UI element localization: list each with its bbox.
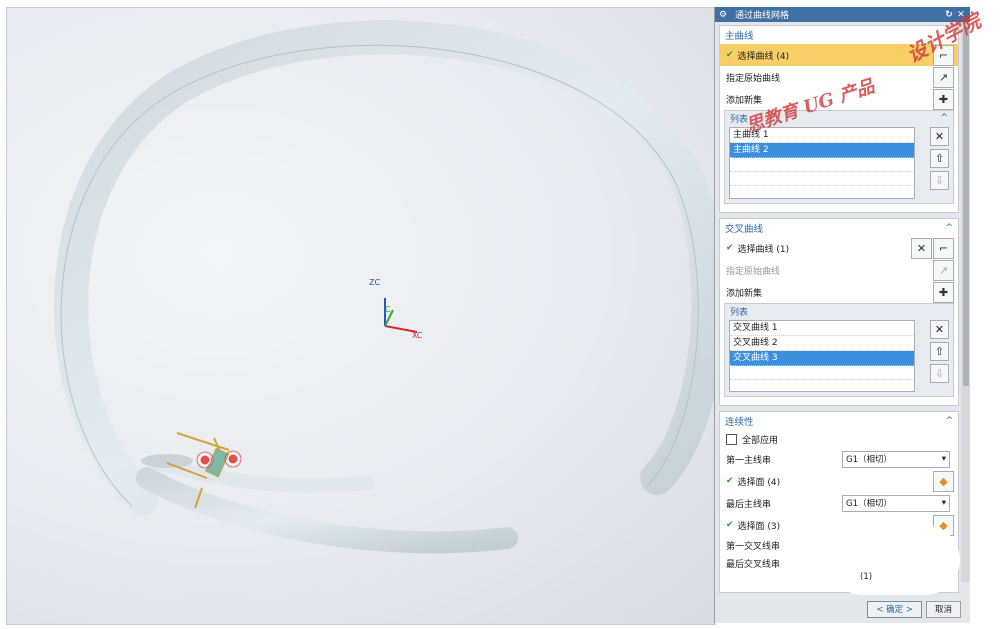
- cross-list-buttons: ✕ ⇧ ⇩: [930, 320, 949, 383]
- collapse-caret-icon[interactable]: ^: [945, 223, 953, 233]
- cross-list-title: 列表: [730, 307, 749, 318]
- first-primary-label: 第一主线串: [726, 455, 772, 466]
- move-down-icon[interactable]: ⇩: [930, 364, 949, 383]
- add-set-icon[interactable]: ✚: [933, 88, 954, 110]
- continuity-title: 连续性: [725, 417, 754, 428]
- check-icon: ✔: [726, 520, 734, 530]
- cross-add-set-label: 添加新集: [726, 288, 763, 299]
- curve-intersect-icon[interactable]: ✕: [911, 237, 932, 259]
- ring-model[interactable]: [7, 8, 715, 624]
- first-primary-row: 第一主线串 G1（相切） ▾: [720, 448, 958, 470]
- cross-curves-title: 交叉曲线: [725, 224, 764, 235]
- collapse-caret-icon[interactable]: ^: [940, 113, 948, 123]
- primary-listbox[interactable]: 主曲线 1 主曲线 2: [729, 127, 915, 199]
- overlay-cloud: [828, 525, 960, 595]
- cross-curves-group: 交叉曲线 ^ ✔ 选择曲线 (1) ✕ ⌐ 指定原始曲线 ↗ 添加新集 ✚ 列表…: [719, 218, 959, 406]
- list-item-empty: [730, 172, 914, 186]
- wcs-triad: [384, 298, 418, 333]
- last-primary-select[interactable]: G1（相切） ▾: [842, 494, 950, 512]
- graphics-viewport[interactable]: ZC XC C: [6, 7, 716, 625]
- band-tip: [141, 454, 193, 468]
- cross-select-curve-row[interactable]: ✔ 选择曲线 (1) ✕ ⌐: [720, 237, 958, 259]
- cross-listbox[interactable]: 交叉曲线 1 交叉曲线 2 交叉曲线 3: [729, 320, 915, 392]
- overlay-count: (1): [860, 572, 873, 582]
- list-item-empty: [730, 366, 914, 380]
- list-item[interactable]: 交叉曲线 3: [730, 351, 914, 366]
- cross-list-header[interactable]: 列表: [725, 304, 953, 318]
- dialog-titlebar[interactable]: ⚙ 通过曲线网格 ↻ ✕: [715, 7, 971, 22]
- cross-add-set-row: 添加新集 ✚: [720, 281, 958, 303]
- move-up-icon[interactable]: ⇧: [930, 342, 949, 361]
- check-icon: ✔: [726, 50, 734, 60]
- cross-list-panel: 列表 交叉曲线 1 交叉曲线 2 交叉曲线 3 ✕ ⇧ ⇩: [724, 303, 954, 397]
- last-primary-value: G1（相切）: [846, 499, 892, 509]
- origin-curve-icon[interactable]: ↗: [933, 259, 954, 281]
- cross-specify-origin-label: 指定原始曲线: [726, 266, 781, 277]
- primary-add-set-row: 添加新集 ✚: [720, 88, 958, 110]
- close-icon[interactable]: ✕: [955, 10, 967, 20]
- xc-label: XC: [412, 331, 423, 340]
- dialog-footer: < 确定 > 取消: [715, 595, 971, 623]
- last-primary-label: 最后主线串: [726, 499, 772, 510]
- collapse-caret-icon[interactable]: ^: [945, 416, 953, 426]
- primary-curves-header[interactable]: 主曲线: [720, 26, 958, 44]
- primary-select-curve-row[interactable]: ✔ 选择曲线 (4) ⌐: [720, 44, 958, 66]
- right-margin: [970, 0, 1000, 629]
- apply-all-checkbox[interactable]: [726, 433, 737, 445]
- chevron-down-icon: ▾: [941, 498, 946, 508]
- origin-curve-icon[interactable]: ↗: [933, 66, 954, 88]
- remove-icon[interactable]: ✕: [930, 320, 949, 339]
- scrollbar-thumb[interactable]: [963, 26, 969, 386]
- first-primary-select[interactable]: G1（相切） ▾: [842, 450, 950, 468]
- primary-select-curve-label: 选择曲线 (4): [737, 51, 790, 62]
- cancel-button[interactable]: 取消: [925, 600, 961, 618]
- curve-rule-icon[interactable]: ⌐: [933, 44, 954, 66]
- check-icon: ✔: [726, 476, 734, 486]
- ok-button[interactable]: < 确定 >: [867, 600, 922, 618]
- cross-specify-origin-row: 指定原始曲线 ↗: [720, 259, 958, 281]
- primary-curves-group: 主曲线 ✔ 选择曲线 (4) ⌐ 指定原始曲线 ↗ 添加新集 ✚ 列表 ^ 主曲…: [719, 25, 959, 213]
- cross-curves-header[interactable]: 交叉曲线 ^: [720, 219, 958, 237]
- primary-curves-title: 主曲线: [725, 31, 754, 42]
- cross-select-curve-label: 选择曲线 (1): [737, 244, 790, 255]
- primary-specify-origin-label: 指定原始曲线: [726, 73, 781, 84]
- zc-label: ZC: [369, 278, 381, 287]
- primary-add-set-label: 添加新集: [726, 95, 763, 106]
- chevron-down-icon: ▾: [941, 454, 946, 464]
- move-down-icon[interactable]: ⇩: [930, 171, 949, 190]
- primary-list-title: 列表: [730, 114, 749, 125]
- remove-icon[interactable]: ✕: [930, 127, 949, 146]
- curve-rule-icon[interactable]: ⌐: [933, 237, 954, 259]
- apply-all-row[interactable]: 全部应用: [720, 430, 958, 448]
- apply-all-label: 全部应用: [742, 435, 779, 446]
- continuity-header[interactable]: 连续性 ^: [720, 412, 958, 430]
- list-item-empty: [730, 158, 914, 172]
- last-primary-row: 最后主线串 G1（相切） ▾: [720, 492, 958, 514]
- list-item[interactable]: 主曲线 2: [730, 143, 914, 158]
- reset-icon[interactable]: ↻: [943, 10, 955, 20]
- check-icon: ✔: [726, 243, 734, 253]
- add-set-icon[interactable]: ✚: [933, 281, 954, 303]
- surface-band: [54, 20, 715, 515]
- primary-list-panel: 列表 ^ 主曲线 1 主曲线 2 ✕ ⇧ ⇩: [724, 110, 954, 204]
- face-cube-icon[interactable]: ◆: [933, 470, 954, 492]
- list-item[interactable]: 主曲线 1: [730, 128, 914, 143]
- first-face-label: 选择面 (4): [737, 477, 781, 488]
- dialog-title: 通过曲线网格: [735, 11, 790, 21]
- list-item[interactable]: 交叉曲线 2: [730, 336, 914, 351]
- primary-specify-origin-row: 指定原始曲线 ↗: [720, 66, 958, 88]
- yc-label: C: [385, 305, 391, 314]
- move-up-icon[interactable]: ⇧: [930, 149, 949, 168]
- primary-list-header[interactable]: 列表 ^: [725, 111, 953, 125]
- primary-list-buttons: ✕ ⇧ ⇩: [930, 127, 949, 190]
- gear-icon[interactable]: ⚙: [719, 10, 731, 20]
- list-item[interactable]: 交叉曲线 1: [730, 321, 914, 336]
- first-primary-value: G1（相切）: [846, 455, 892, 465]
- first-face-row[interactable]: ✔ 选择面 (4) ◆: [720, 470, 958, 492]
